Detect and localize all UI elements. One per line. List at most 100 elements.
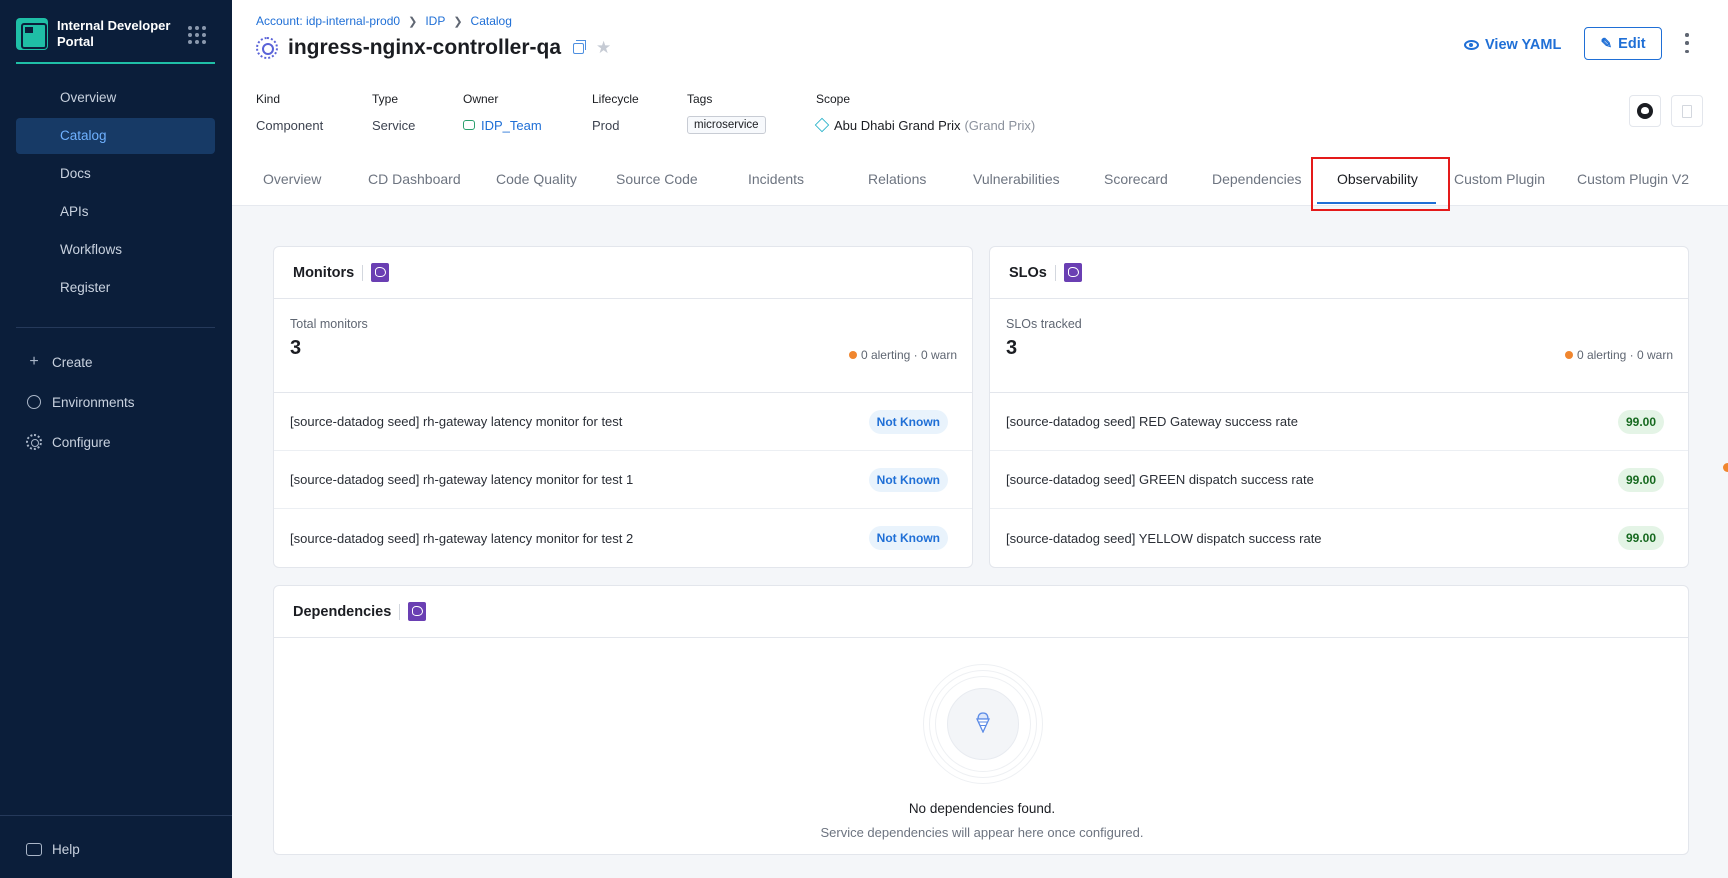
gear-icon [26,434,42,450]
scope-type: (Grand Prix) [964,117,1036,133]
meta-tags-value: microservice [687,116,816,134]
slo-row[interactable]: [source-datadog seed] YELLOW dispatch su… [990,509,1688,567]
tag-chip[interactable]: microservice [687,116,766,134]
monitor-name: [source-datadog seed] rh-gateway latency… [290,472,634,487]
tab-incidents[interactable]: Incidents [748,158,804,206]
empty-state: No dependencies found. Service dependenc… [274,639,1690,859]
sidebar-item-environments[interactable]: Environments [16,383,215,421]
tab-vulnerabilities[interactable]: Vulnerabilities [973,158,1060,206]
breadcrumb-idp[interactable]: IDP [425,14,445,28]
monitors-title: Monitors [293,264,355,281]
sidebar-item-configure[interactable]: Configure [16,423,215,461]
meta-value: Prod [592,117,620,133]
sidebar: Internal Developer Portal Overview Catal… [0,0,232,878]
slo-name: [source-datadog seed] YELLOW dispatch su… [1006,530,1322,546]
empty-subtitle: Service dependencies will appear here on… [820,825,1144,840]
tab-dependencies[interactable]: Dependencies [1212,158,1302,206]
tab-relations[interactable]: Relations [868,158,926,206]
brand-underline [16,62,215,64]
edit-button[interactable]: ✎ Edit [1584,27,1662,60]
brand[interactable]: Internal Developer Portal [16,18,216,64]
help-label: Help [52,842,80,857]
entity-header: Account: idp-internal-prod0 ❯ IDP ❯ Cata… [232,0,1728,211]
monitor-row[interactable]: [source-datadog seed] rh-gateway latency… [274,393,972,451]
summary-status-text: 0 alerting · 0 warn [860,348,957,362]
monitors-card-header: Monitors [274,247,972,299]
monitor-row[interactable]: [source-datadog seed] rh-gateway latency… [274,451,972,509]
entity-tabs: Overview CD Dashboard Code Quality Sourc… [232,158,1728,206]
divider [399,603,401,620]
meta-value: Component [256,117,324,133]
tab-source-code[interactable]: Source Code [616,158,698,206]
meta-label: Kind [256,92,281,106]
slo-name: [source-datadog seed] GREEN dispatch suc… [1006,472,1314,487]
meta-label: Owner [463,92,499,106]
meta-owner-value[interactable]: IDP_Team [463,116,592,134]
status-badge: Not Known [868,410,948,434]
slos-title: SLOs [1009,264,1047,281]
summary-status: 0 alerting · 0 warn [1564,348,1673,362]
summary-label: Total monitors [290,317,368,331]
tab-scorecard[interactable]: Scorecard [1104,158,1168,206]
meta-owner: Owner IDP_Team [463,92,592,134]
scope-name: Abu Dhabi Grand Prix [834,117,961,133]
divider [362,264,364,281]
cube-icon [814,117,830,133]
meta-scope: Scope Abu Dhabi Grand Prix (Grand Prix) [814,92,1116,134]
tab-cd-dashboard[interactable]: CD Dashboard [368,158,461,206]
main-content: Account: idp-internal-prod0 ❯ IDP ❯ Cata… [232,0,1728,878]
docs-button[interactable] [1671,95,1703,127]
breadcrumb-catalog[interactable]: Catalog [471,14,512,28]
breadcrumb-account[interactable]: Account: idp-internal-prod0 [256,14,400,28]
portal-logo-icon [16,18,48,50]
more-options-icon[interactable] [1684,33,1690,53]
tab-code-quality[interactable]: Code Quality [496,158,577,206]
tab-highlight-box [1311,157,1450,211]
slo-row[interactable]: [source-datadog seed] RED Gateway succes… [990,393,1688,451]
datadog-icon [408,602,427,621]
chevron-right-icon: ❯ [408,15,418,28]
sidebar-item-overview[interactable]: Overview [16,80,215,116]
datadog-icon [371,263,390,282]
owner-link[interactable]: IDP_Team [481,118,542,133]
edit-label: Edit [1618,35,1646,52]
meta-lifecycle: Lifecycle Prod [592,92,687,134]
datadog-icon [1063,263,1082,282]
github-button[interactable] [1629,95,1661,127]
chevron-right-icon: ❯ [453,15,463,28]
meta-scope-value: Abu Dhabi Grand Prix (Grand Prix) [814,116,1116,134]
sidebar-item-catalog[interactable]: Catalog [16,118,215,154]
environments-icon [26,394,42,410]
notification-dot-icon[interactable] [1723,463,1728,472]
summary-total: 3 [1006,337,1018,359]
sidebar-item-create[interactable]: + Create [16,343,215,381]
slo-row[interactable]: [source-datadog seed] GREEN dispatch suc… [990,451,1688,509]
breadcrumb: Account: idp-internal-prod0 ❯ IDP ❯ Cata… [256,14,512,28]
slos-card: SLOs SLOs tracked 3 0 alerting · 0 warn … [989,246,1689,568]
tab-custom-plugin-v2[interactable]: Custom Plugin V2 [1577,158,1689,206]
meta-label: Scope [816,92,851,106]
tab-custom-plugin[interactable]: Custom Plugin [1454,158,1545,206]
slos-summary: SLOs tracked 3 0 alerting · 0 warn [990,299,1688,393]
copy-icon[interactable] [573,39,587,54]
sidebar-nav: Overview Catalog Docs APIs Workflows Reg… [16,80,215,308]
view-yaml-label: View YAML [1485,37,1562,53]
pencil-icon: ✎ [1600,35,1613,51]
sidebar-item-docs[interactable]: Docs [16,156,215,192]
sidebar-actions: + Create Environments Configure [16,343,215,463]
app-switcher-icon[interactable] [188,26,206,44]
monitors-card: Monitors Total monitors 3 0 alerting · 0… [273,246,973,568]
help-button[interactable]: Help [26,842,80,857]
meta-tags: Tags microservice [687,92,816,134]
tab-overview[interactable]: Overview [263,158,321,206]
slos-card-header: SLOs [990,247,1688,299]
slo-value-badge: 99.00 [1617,410,1664,434]
empty-title: No dependencies found. [908,801,1056,816]
monitors-summary: Total monitors 3 0 alerting · 0 warn [274,299,972,393]
view-yaml-button[interactable]: View YAML [1464,32,1561,58]
sidebar-item-apis[interactable]: APIs [16,194,215,230]
star-icon[interactable]: ★ [596,38,611,58]
sidebar-item-workflows[interactable]: Workflows [16,232,215,268]
sidebar-item-register[interactable]: Register [16,270,215,306]
monitor-row[interactable]: [source-datadog seed] rh-gateway latency… [274,509,972,567]
